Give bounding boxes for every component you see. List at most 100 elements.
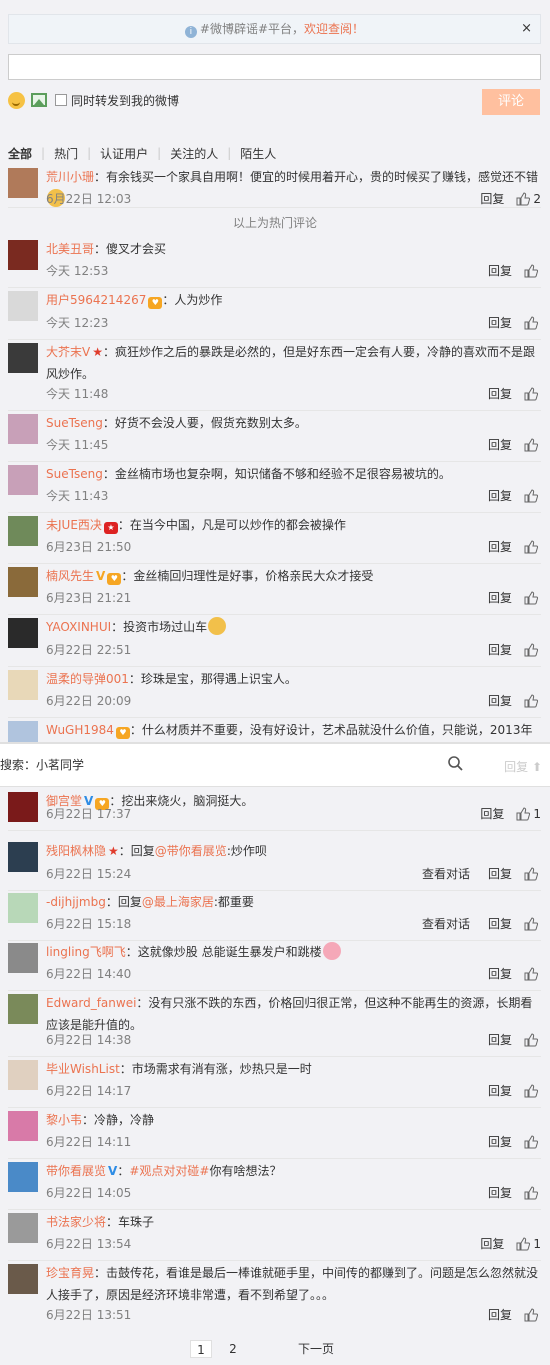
comment-user[interactable]: WuGH1984 — [46, 723, 114, 737]
reply-button[interactable]: 回复 — [488, 436, 512, 453]
comment-user[interactable]: Edward_fanwei — [46, 996, 136, 1010]
like-button[interactable]: 1 — [516, 1237, 541, 1251]
avatar[interactable] — [8, 792, 38, 822]
reply-button[interactable]: 回复 — [488, 314, 512, 331]
comment-user[interactable]: 残阳枫林隐 — [46, 844, 106, 858]
view-conversation-button[interactable]: 查看对话 — [422, 915, 470, 932]
reply-button[interactable]: 回复 — [488, 1031, 512, 1048]
like-button[interactable] — [524, 315, 541, 330]
like-button[interactable]: 2 — [516, 192, 541, 206]
comment-user[interactable]: 温柔的导弹001 — [46, 672, 129, 686]
like-button[interactable] — [524, 539, 541, 554]
tab-all[interactable]: 全部 — [8, 145, 32, 162]
comment-user[interactable]: 毕业WishList — [46, 1062, 120, 1076]
comment-user[interactable]: 北美丑哥 — [46, 242, 94, 256]
avatar[interactable] — [8, 1264, 38, 1294]
reply-button[interactable]: 回复 — [480, 190, 504, 207]
like-button[interactable] — [524, 642, 541, 657]
like-button[interactable] — [524, 966, 541, 981]
reply-button[interactable]: 回复 — [488, 589, 512, 606]
avatar[interactable] — [8, 567, 38, 597]
comment-user[interactable]: 珍宝育晃 — [46, 1266, 94, 1280]
comment-user[interactable]: 用户5964214267 — [46, 293, 146, 307]
page-1[interactable]: 1 — [190, 1340, 212, 1358]
comment-user[interactable]: 书法家少将 — [46, 1215, 106, 1229]
reply-button[interactable]: 回复 — [488, 385, 512, 402]
avatar[interactable] — [8, 291, 38, 321]
avatar[interactable] — [8, 670, 38, 700]
like-button[interactable] — [524, 916, 541, 931]
comment-user[interactable]: 带你看展览 — [46, 1164, 106, 1178]
next-page-link[interactable]: 下一页 — [296, 1340, 336, 1358]
comment-user[interactable]: YAOXINHUI — [46, 620, 111, 634]
like-button[interactable] — [524, 1032, 541, 1047]
like-button[interactable] — [524, 1307, 541, 1322]
reply-button[interactable]: 回复 — [488, 1184, 512, 1201]
view-conversation-button[interactable]: 查看对话 — [422, 865, 470, 882]
avatar[interactable] — [8, 994, 38, 1024]
avatar[interactable] — [8, 1060, 38, 1090]
like-button[interactable] — [524, 1185, 541, 1200]
image-icon[interactable] — [31, 93, 47, 107]
tab-hot[interactable]: 热门 — [54, 145, 78, 162]
reply-button[interactable]: 回复 — [488, 538, 512, 555]
like-button[interactable] — [524, 263, 541, 278]
avatar[interactable] — [8, 1162, 38, 1192]
close-icon[interactable]: × — [521, 15, 532, 43]
reply-button[interactable]: 回复 — [488, 915, 512, 932]
avatar[interactable] — [8, 168, 38, 198]
tab-following[interactable]: 关注的人 — [170, 145, 218, 162]
avatar[interactable] — [8, 414, 38, 444]
mention-link[interactable]: @最上海家居 — [142, 895, 214, 909]
reply-button[interactable]: 回复 — [488, 865, 512, 882]
emoji-icon[interactable] — [8, 91, 25, 109]
comment-user[interactable]: 黎小韦 — [46, 1113, 82, 1127]
comment-user[interactable]: lingling飞啊飞 — [46, 945, 126, 959]
notice-link[interactable]: 欢迎查阅！ — [304, 22, 364, 36]
reply-button[interactable]: 回复 — [488, 965, 512, 982]
reply-button[interactable]: 回复 — [488, 692, 512, 709]
avatar[interactable] — [8, 516, 38, 546]
like-button[interactable] — [524, 693, 541, 708]
avatar[interactable] — [8, 240, 38, 270]
reply-button[interactable]: 回复 — [488, 487, 512, 504]
comment-input[interactable] — [8, 54, 541, 80]
like-button[interactable] — [524, 1134, 541, 1149]
comment-user[interactable]: 楠风先生 — [46, 569, 94, 583]
comment-user[interactable]: 未JUE西决 — [46, 518, 102, 532]
reply-button[interactable]: 回复 — [488, 1133, 512, 1150]
like-button[interactable] — [524, 1083, 541, 1098]
avatar[interactable] — [8, 618, 38, 648]
tab-verified[interactable]: 认证用户 — [100, 145, 148, 162]
reply-button[interactable]: 回复 — [488, 1082, 512, 1099]
comment-user[interactable]: SueTseng — [46, 467, 103, 481]
like-button[interactable]: 1 — [516, 807, 541, 821]
search-icon[interactable] — [447, 755, 463, 771]
like-button[interactable] — [524, 488, 541, 503]
like-button[interactable] — [524, 437, 541, 452]
page-2[interactable]: 2 — [222, 1340, 244, 1358]
tab-strangers[interactable]: 陌生人 — [240, 145, 276, 162]
search-bar[interactable]: 搜索：小茗同学 回复 ⬆ — [0, 742, 550, 787]
comment-user[interactable]: 荒川小珊 — [46, 170, 94, 184]
mention-link[interactable]: @带你看展览 — [155, 844, 227, 858]
comment-submit-button[interactable]: 评论 — [482, 89, 540, 115]
reply-button[interactable]: 回复 — [480, 805, 504, 822]
mention-link[interactable]: #观点对对碰# — [129, 1164, 209, 1178]
like-button[interactable] — [524, 590, 541, 605]
avatar[interactable] — [8, 943, 38, 973]
like-button[interactable] — [524, 386, 541, 401]
reply-button[interactable]: 回复 — [480, 1235, 504, 1252]
like-button[interactable] — [524, 866, 541, 881]
avatar[interactable] — [8, 1213, 38, 1243]
reply-button[interactable]: 回复 — [488, 641, 512, 658]
avatar[interactable] — [8, 343, 38, 373]
avatar[interactable] — [8, 893, 38, 923]
reply-button[interactable]: 回复 — [488, 1306, 512, 1323]
comment-user[interactable]: -dijhjjmbg — [46, 895, 106, 909]
avatar[interactable] — [8, 1111, 38, 1141]
reply-button[interactable]: 回复 — [488, 262, 512, 279]
share-checkbox[interactable] — [55, 94, 67, 106]
comment-user[interactable]: SueTseng — [46, 416, 103, 430]
avatar[interactable] — [8, 842, 38, 872]
